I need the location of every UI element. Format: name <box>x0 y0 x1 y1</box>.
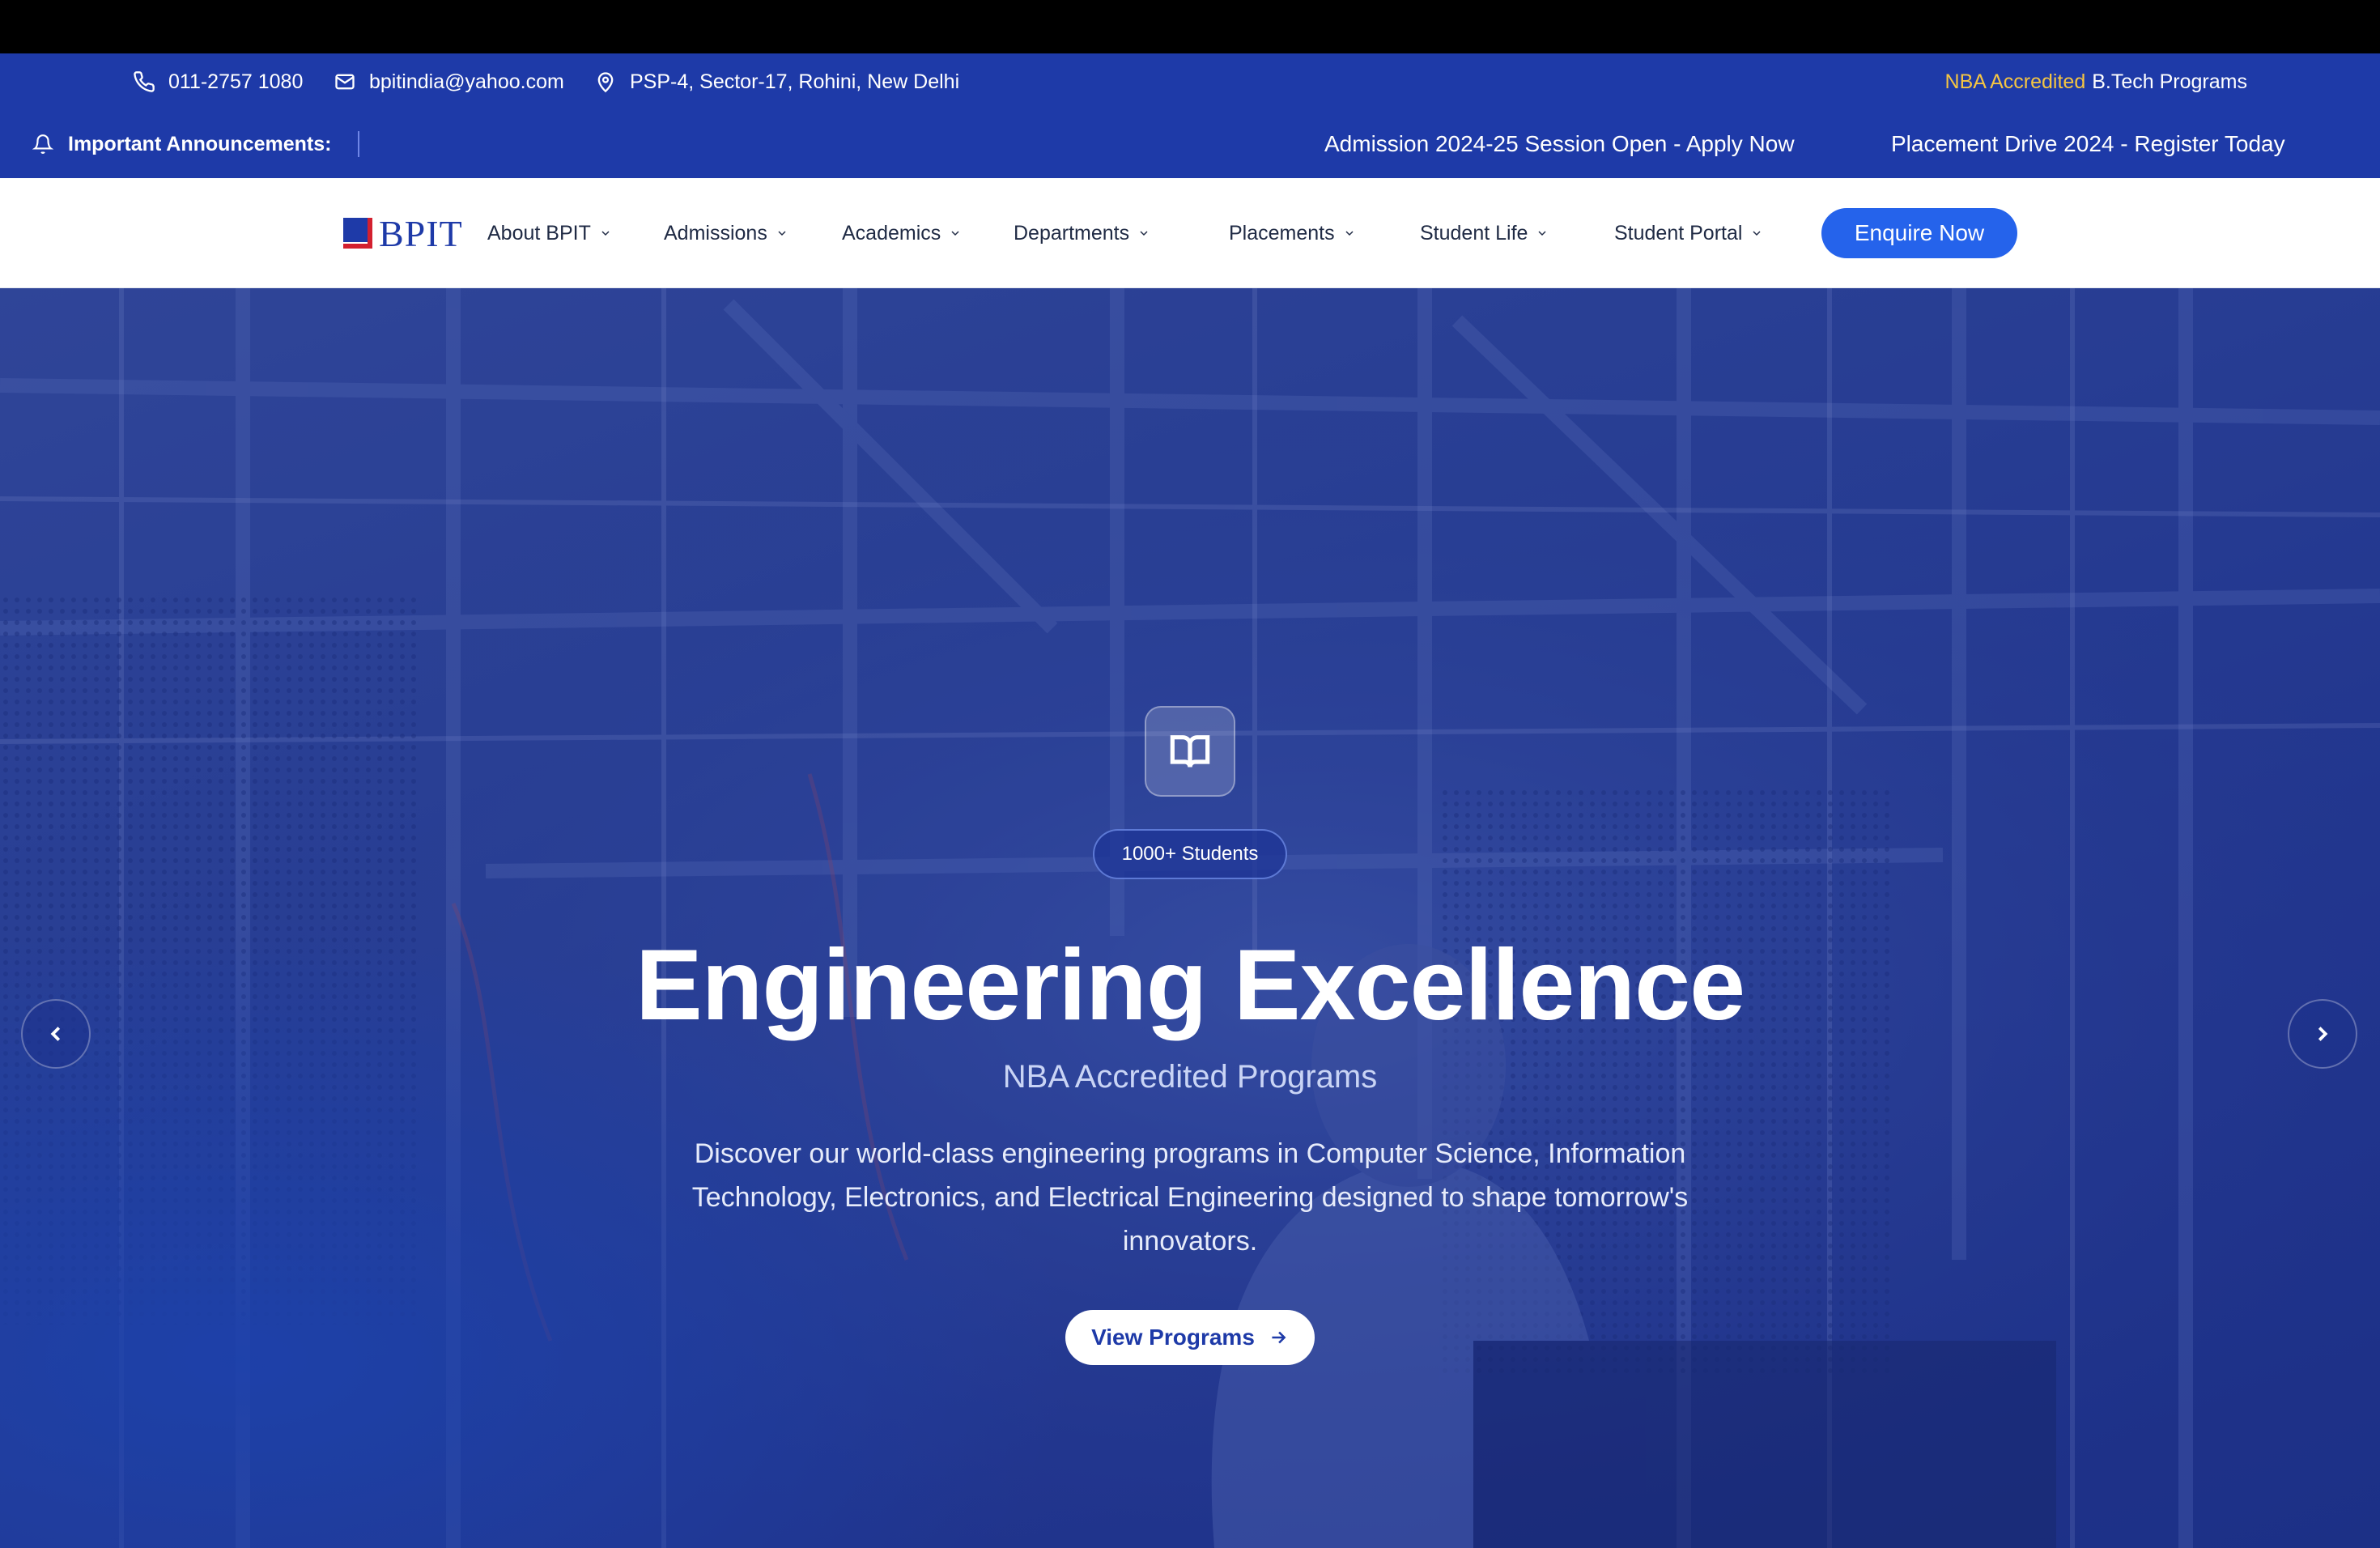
logo-mark-icon <box>343 218 374 249</box>
chevron-down-icon <box>951 231 959 236</box>
page: 011-2757 1080 bpitindia@yahoo.com PSP-4,… <box>0 0 2380 1548</box>
accreditation-note: NBA Accredited B.Tech Programs <box>1945 53 2247 110</box>
nav-admissions-label: Admissions <box>664 221 767 245</box>
nav-student-life[interactable]: Student Life <box>1420 178 1549 288</box>
email-text: bpitindia@yahoo.com <box>369 70 564 93</box>
nav-student-portal-label: Student Portal <box>1614 221 1743 245</box>
nav-student-portal[interactable]: Student Portal <box>1614 178 1763 288</box>
nav-placements-label: Placements <box>1229 221 1335 245</box>
chevron-down-icon <box>1345 231 1354 236</box>
bpit-logo[interactable]: BPIT <box>343 212 463 254</box>
announcement-label-text: Important Announcements: <box>68 132 332 155</box>
carousel-next-button[interactable] <box>2288 999 2357 1069</box>
carousel-prev-button[interactable] <box>21 999 91 1069</box>
nav-academics-label: Academics <box>842 221 941 245</box>
announcement-label: Important Announcements: <box>32 110 331 178</box>
nav-about-bpit[interactable]: About BPIT <box>487 178 612 288</box>
students-count-pill: 1000+ Students <box>1093 829 1287 879</box>
announcement-bar: Important Announcements: Admission 2024-… <box>0 110 2380 178</box>
nav-student-life-label: Student Life <box>1420 221 1528 245</box>
book-open-icon <box>1145 706 1235 797</box>
announcement-divider <box>358 131 359 157</box>
map-pin-icon <box>597 72 614 93</box>
chevron-down-icon <box>601 231 610 236</box>
nav-about-bpit-label: About BPIT <box>487 221 591 245</box>
accredited-rest: B.Tech Programs <box>2092 70 2247 93</box>
hero-subtitle: NBA Accredited Programs <box>1002 1059 1378 1095</box>
nav-placements[interactable]: Placements <box>1229 178 1356 288</box>
email-contact[interactable]: bpitindia@yahoo.com <box>334 53 564 110</box>
logo-text: BPIT <box>379 212 463 254</box>
hero-description: Discover our world-class engineering pro… <box>691 1138 1689 1257</box>
phone-contact[interactable]: 011-2757 1080 <box>133 53 303 110</box>
enquire-now-button[interactable]: Enquire Now <box>1821 208 2017 258</box>
nav-departments[interactable]: Departments <box>1014 178 1150 288</box>
nav-academics[interactable]: Academics <box>842 178 962 288</box>
chevron-down-icon <box>1753 231 1761 236</box>
chevron-down-icon <box>778 231 786 236</box>
mail-icon <box>335 74 355 90</box>
announcement-item-admission[interactable]: Admission 2024-25 Session Open - Apply N… <box>1324 110 1795 178</box>
main-navbar: BPIT About BPIT Admissions Academics Dep… <box>0 178 2380 288</box>
chevron-left-icon <box>50 1027 61 1041</box>
contact-row: 011-2757 1080 bpitindia@yahoo.com PSP-4,… <box>0 53 2380 110</box>
bell-icon <box>32 134 53 154</box>
phone-icon <box>134 71 155 92</box>
view-programs-button[interactable]: View Programs <box>1065 1310 1315 1365</box>
chevron-down-icon <box>1538 231 1546 236</box>
nav-departments-label: Departments <box>1014 221 1130 245</box>
view-programs-label: View Programs <box>1091 1325 1255 1350</box>
arrow-right-icon <box>1272 1331 1286 1344</box>
hero-carousel: 1000+ Students Engineering Excellence NB… <box>0 288 2380 1548</box>
address-contact: PSP-4, Sector-17, Rohini, New Delhi <box>594 53 959 110</box>
address-text: PSP-4, Sector-17, Rohini, New Delhi <box>630 70 960 93</box>
top-info-bar: 011-2757 1080 bpitindia@yahoo.com PSP-4,… <box>0 53 2380 178</box>
chevron-right-icon <box>2318 1027 2328 1041</box>
hero-title: Engineering Excellence <box>635 929 1745 1041</box>
chevron-down-icon <box>1140 231 1148 236</box>
accredited-highlight: NBA Accredited <box>1944 70 2086 93</box>
phone-text: 011-2757 1080 <box>168 70 304 93</box>
window-top-bar <box>0 0 2380 53</box>
announcement-item-placement[interactable]: Placement Drive 2024 - Register Today <box>1891 110 2285 178</box>
nav-admissions[interactable]: Admissions <box>664 178 788 288</box>
